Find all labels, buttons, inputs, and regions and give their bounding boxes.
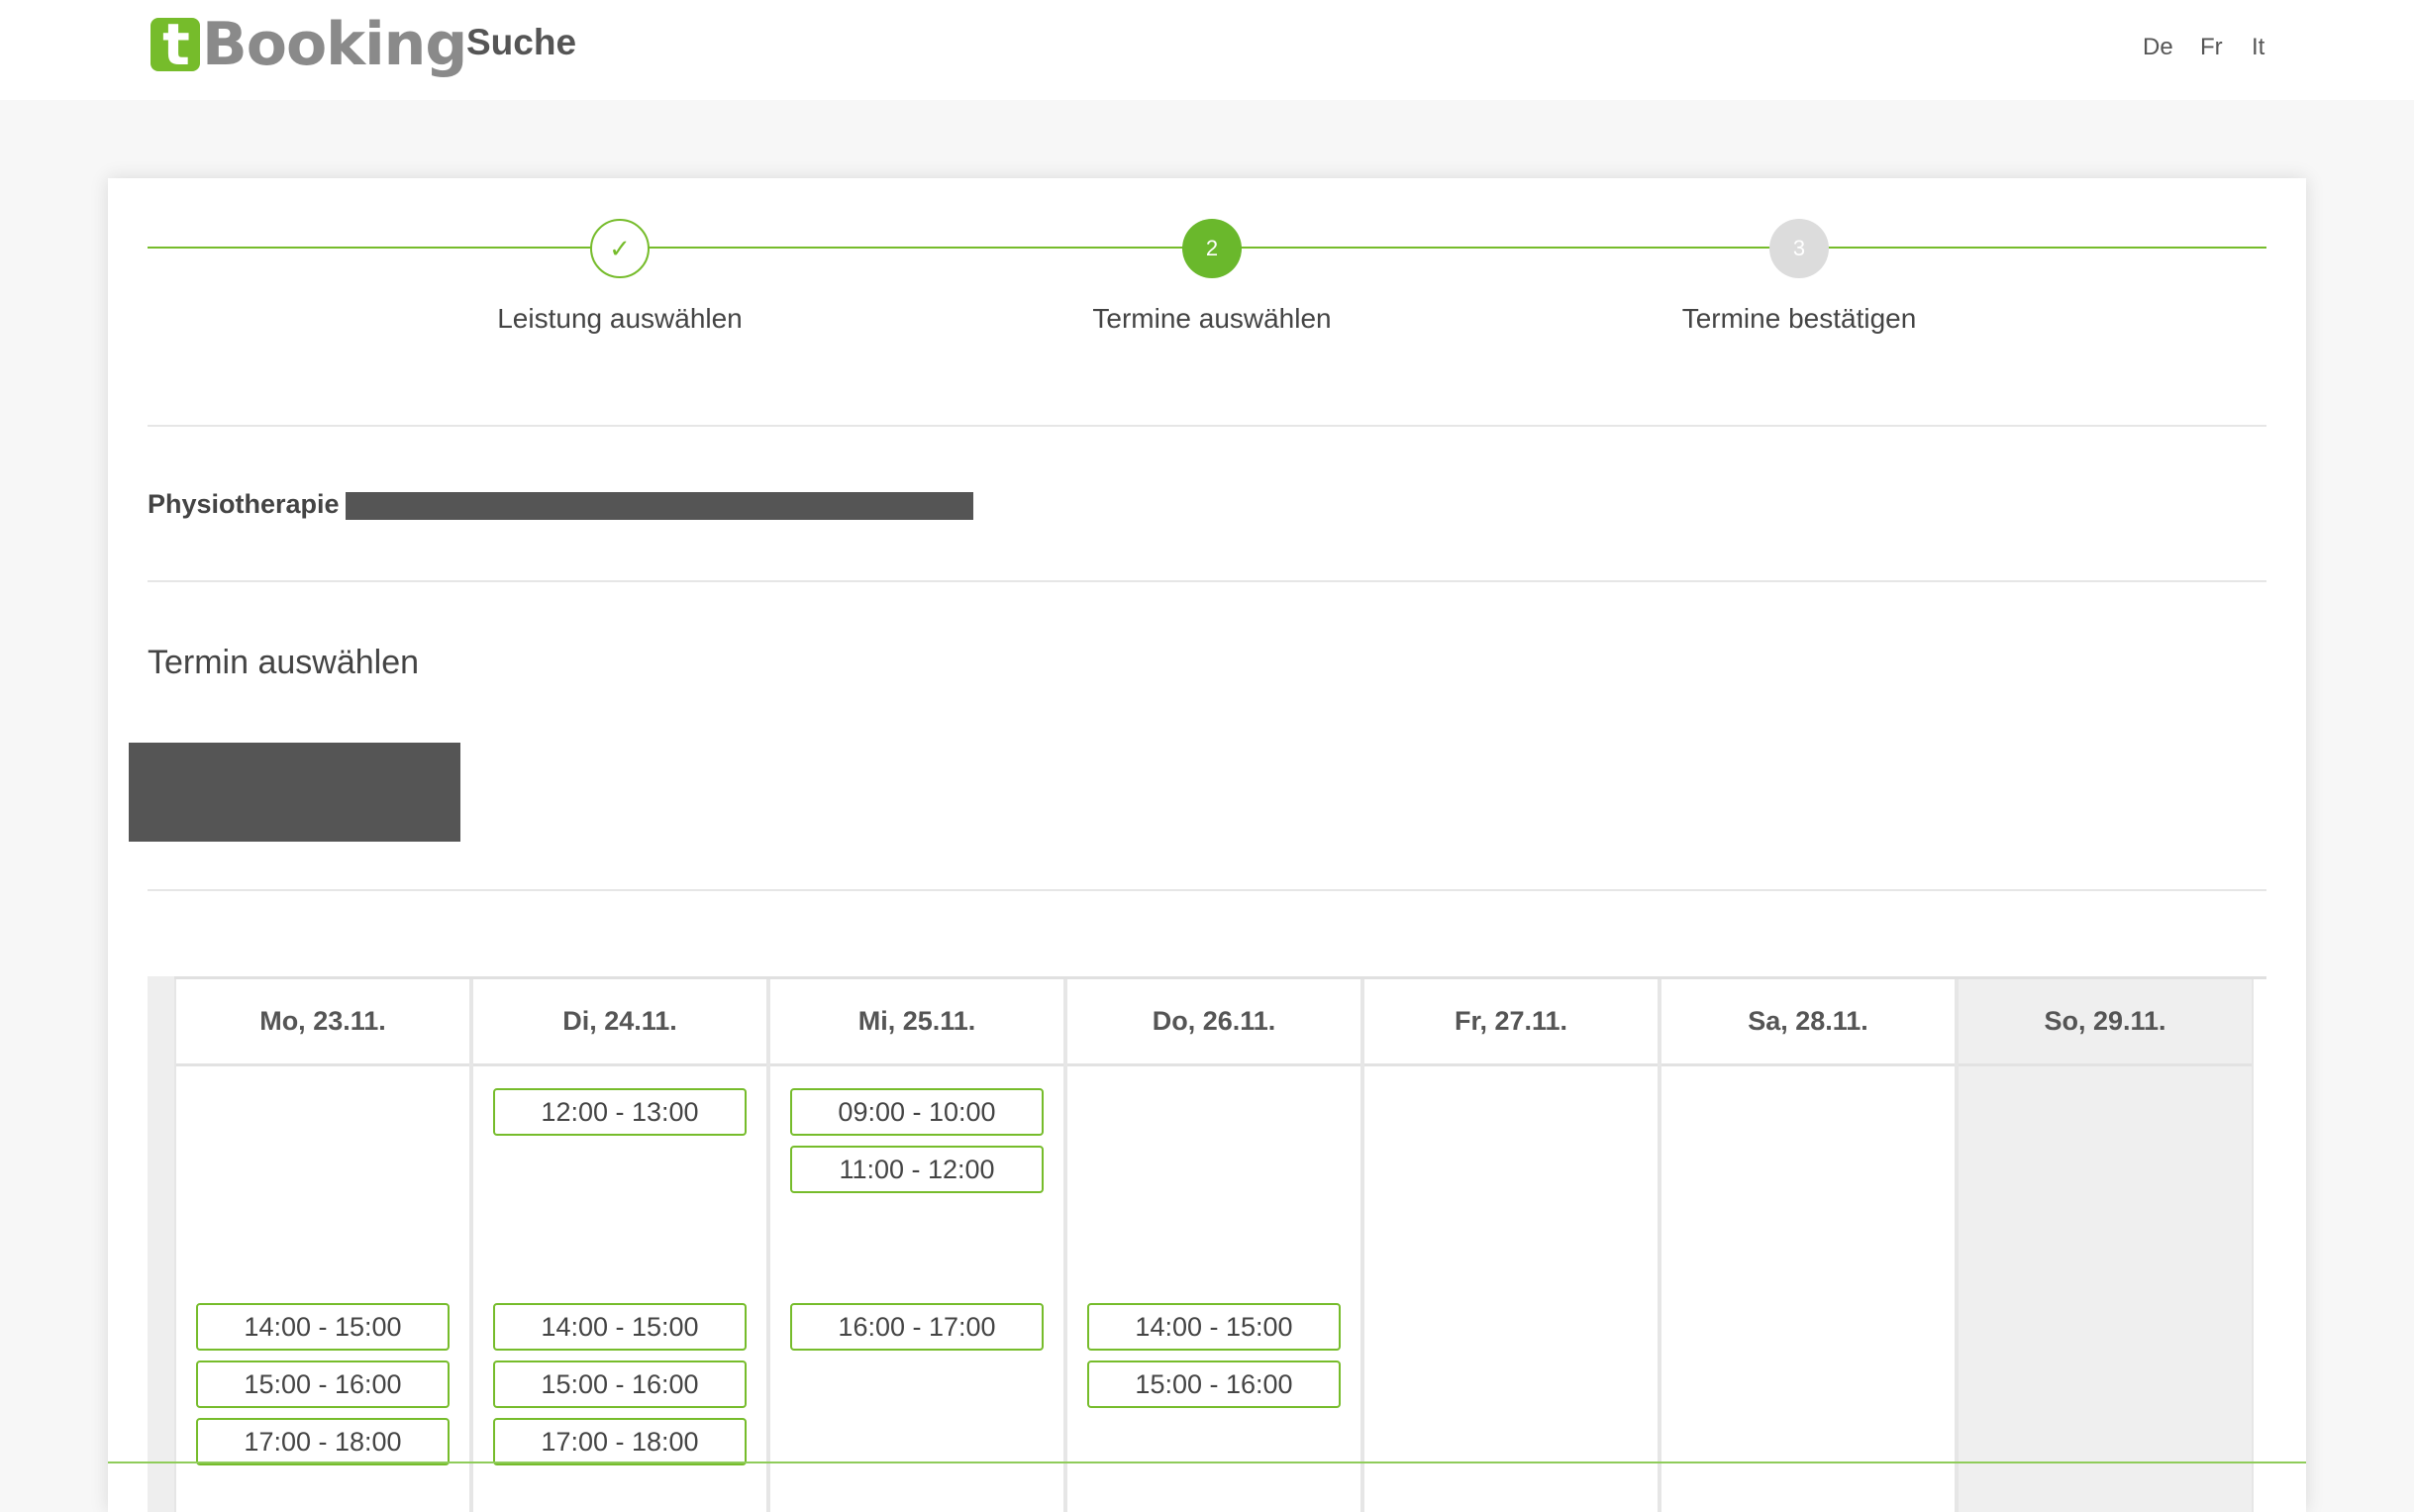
day-column: Mi, 25.11. 09:00 - 10:00 11:00 - 12:00 16:0… xyxy=(768,979,1065,1512)
time-slot-button[interactable]: 15:00 - 16:00 xyxy=(196,1361,450,1408)
time-slot-button[interactable]: 15:00 - 16:00 xyxy=(1087,1361,1341,1408)
day-header: Di, 24.11. xyxy=(473,979,766,1066)
step-2-indicator: 2 xyxy=(1182,219,1242,278)
time-slot-button[interactable]: 14:00 - 15:00 xyxy=(493,1303,747,1351)
section-title: Termin auswählen xyxy=(148,644,420,681)
divider xyxy=(148,425,2266,427)
logo-text: Booking xyxy=(202,10,467,79)
service-name: Physiotherapie xyxy=(148,488,340,519)
time-slot-button[interactable]: 11:00 - 12:00 xyxy=(790,1146,1044,1193)
day-column: Mo, 23.11. 14:00 - 15:00 15:00 - 16:00 17:0… xyxy=(174,979,471,1512)
time-slot-button[interactable]: 14:00 - 15:00 xyxy=(1087,1303,1341,1351)
tbooking-logo[interactable]: t Booking xyxy=(151,10,467,79)
time-slot-button[interactable]: 17:00 - 18:00 xyxy=(493,1418,747,1465)
day-header: Sa, 28.11. xyxy=(1661,979,1955,1066)
appointment-calendar: Mo, 23.11. 14:00 - 15:00 15:00 - 16:00 17:0… xyxy=(148,976,2266,1512)
step-3-label: Termine bestätigen xyxy=(1681,303,1917,334)
time-slot-button[interactable]: 12:00 - 13:00 xyxy=(493,1088,747,1136)
language-de[interactable]: De xyxy=(2143,34,2173,61)
day-column: Di, 24.11. 12:00 - 13:00 14:00 - 15:00 15:0… xyxy=(471,979,768,1512)
day-column: Fr, 27.11. xyxy=(1362,979,1660,1512)
redacted-service-detail xyxy=(345,492,973,520)
time-slot-button[interactable]: 09:00 - 10:00 xyxy=(790,1088,1044,1136)
step-1-check-icon: ✓ xyxy=(590,219,650,278)
day-column: Sa, 28.11. xyxy=(1660,979,1957,1512)
day-header: Do, 26.11. xyxy=(1067,979,1360,1066)
calendar-gutter xyxy=(148,976,174,1512)
time-slot-button[interactable]: 15:00 - 16:00 xyxy=(493,1361,747,1408)
nav-search-link[interactable]: Suche xyxy=(466,22,576,63)
language-fr[interactable]: Fr xyxy=(2200,34,2223,61)
step-2-label: Termine auswählen xyxy=(1092,303,1332,334)
time-slot-button[interactable]: 17:00 - 18:00 xyxy=(196,1418,450,1465)
divider xyxy=(148,580,2266,582)
day-column: So, 29.11. xyxy=(1957,979,2254,1512)
day-column: Do, 26.11. 14:00 - 15:00 15:00 - 16:00 xyxy=(1065,979,1362,1512)
day-header: Mi, 25.11. xyxy=(770,979,1063,1066)
day-header: Mo, 23.11. xyxy=(176,979,469,1066)
booking-card: ✓ Leistung auswählen 2 Termine auswählen… xyxy=(108,178,2306,1512)
day-header: Fr, 27.11. xyxy=(1364,979,1658,1066)
midday-separator xyxy=(108,1462,2306,1463)
language-it[interactable]: It xyxy=(2252,34,2264,61)
day-header: So, 29.11. xyxy=(1959,979,2252,1066)
step-1-label: Leistung auswählen xyxy=(497,303,743,334)
selected-service: Physiotherapie xyxy=(148,488,973,520)
step-3-indicator: 3 xyxy=(1769,219,1829,278)
time-slot-button[interactable]: 14:00 - 15:00 xyxy=(196,1303,450,1351)
logo-mark: t xyxy=(151,16,200,73)
redacted-block xyxy=(129,743,460,842)
divider xyxy=(148,889,2266,891)
time-slot-button[interactable]: 16:00 - 17:00 xyxy=(790,1303,1044,1351)
top-header: t Booking Suche De Fr It xyxy=(0,0,2414,100)
